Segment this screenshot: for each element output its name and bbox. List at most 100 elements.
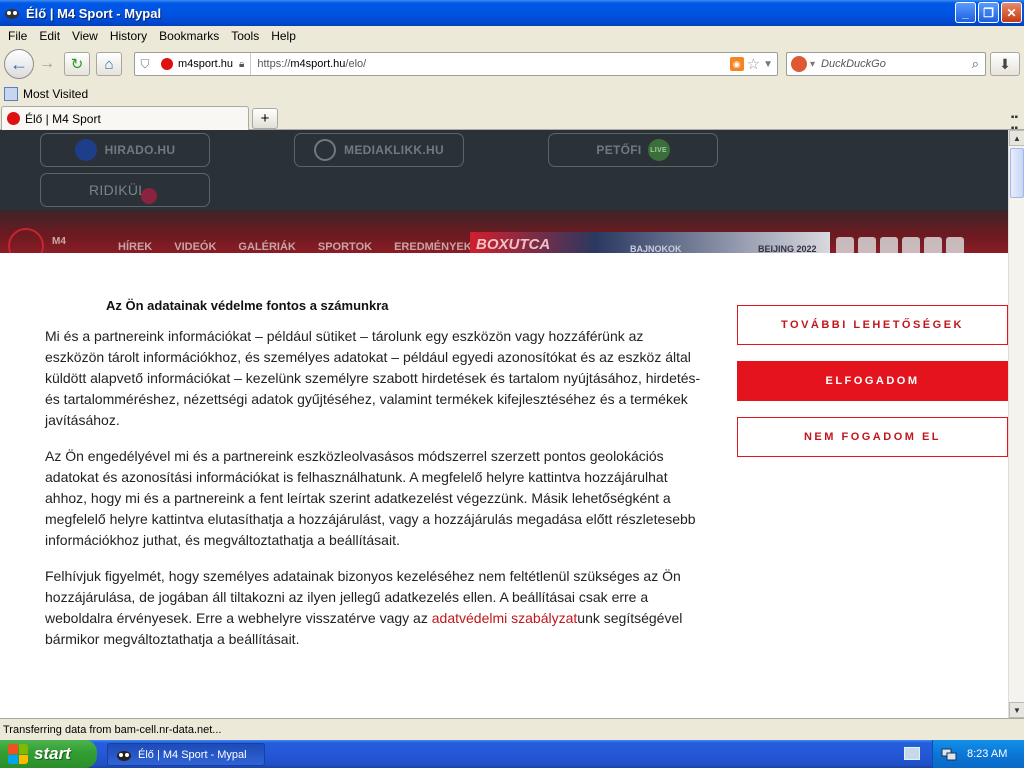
site-navigation: M4 HÍREK VIDEÓK GALÉRIÁK SPORTOK EREDMÉN… [0,210,1008,253]
downloads-button[interactable]: ⬇ [990,52,1020,76]
window-titlebar[interactable]: Élő | M4 Sport - Mypal _ ❐ ✕ [0,0,1024,26]
menu-help[interactable]: Help [265,29,302,43]
site-nav-news[interactable]: HÍREK [118,241,152,253]
site-identity-button[interactable]: m4sport.hu 🔒︎ [155,53,252,75]
minimize-button[interactable]: _ [955,2,976,23]
site-nav-results[interactable]: EREDMÉNYEK [394,241,472,253]
ridikul-logo-dot [141,188,157,204]
bookmark-most-visited[interactable]: Most Visited [23,87,88,101]
petofi-live-badge: LIVE [647,139,670,161]
url-path: /elo/ [345,58,367,70]
social-icon-1[interactable] [836,237,854,253]
promo-boxutca: BOXUTCA [476,236,551,253]
search-icon[interactable]: ⌕ [972,56,979,72]
home-icon: ⌂ [104,55,114,73]
menu-tools[interactable]: Tools [225,29,265,43]
home-button[interactable]: ⌂ [96,52,122,76]
portal-mediaklikk-label: MEDIAKLIKK.HU [344,143,444,157]
tracking-shield-icon[interactable]: ⛉ [135,57,155,72]
m4-sport-logo[interactable] [8,228,44,253]
portal-mediaklikk-link[interactable]: MEDIAKLIKK.HU [294,133,464,167]
scroll-thumb[interactable] [1010,148,1024,198]
reload-icon: ↻ [70,56,84,73]
consent-paragraph-3: Felhívjuk figyelmét, hogy személyes adat… [45,566,705,650]
start-label: start [34,744,71,763]
site-nav-sports[interactable]: SPORTOK [318,241,372,253]
rss-feed-icon[interactable]: ◉ [729,57,744,71]
new-tab-button[interactable]: + [252,108,278,129]
url-host: m4sport.hu [290,58,346,70]
hirado-logo-icon [74,139,97,161]
site-nav-videos[interactable]: VIDEÓK [174,241,216,253]
portal-ridikul-link[interactable]: RIDIKÜL [40,173,210,207]
url-input[interactable]: https://m4sport.hu/elo/ [251,58,729,70]
maximize-button[interactable]: ❐ [978,2,999,23]
plus-icon: + [260,110,270,127]
url-bar-icons: ◉ ☆ ▼ [729,55,777,73]
most-visited-icon [4,87,18,101]
start-button[interactable]: start [0,740,97,768]
search-input[interactable]: DuckDuckGo [821,58,972,70]
url-bar[interactable]: ⛉ m4sport.hu 🔒︎ https://m4sport.hu/elo/ … [134,52,778,76]
portal-hirado-label: HIRADO.HU [104,143,176,157]
privacy-policy-link[interactable]: adatvédelmi szabályzat [432,610,578,626]
forward-button[interactable]: → [36,53,58,75]
mediaklikk-logo-icon [314,139,337,161]
url-scheme: https:// [257,58,291,70]
window-controls: _ ❐ ✕ [955,2,1022,23]
cookie-consent-dialog: Az Ön adatainak védelme fontos a számunk… [0,253,1008,718]
taskbar-item-mypal[interactable]: Élő | M4 Sport - Mypal [107,743,265,766]
search-icon[interactable] [924,237,942,253]
site-favicon [161,58,173,70]
url-dropdown-icon[interactable]: ▼ [763,59,773,70]
forward-arrow-icon: → [39,55,55,72]
consent-paragraph-2: Az Ön engedélyével mi és a partnereink e… [45,448,696,548]
clock[interactable]: 8:23 AM [967,748,1007,760]
keyboard-icon[interactable] [904,747,920,760]
back-button[interactable]: ← [4,49,34,79]
portal-petofi-link[interactable]: PETŐFI LIVE [548,133,718,167]
page-scrollbar[interactable]: ▲ ▼ [1008,130,1024,718]
site-nav-galleries[interactable]: GALÉRIÁK [238,241,295,253]
facebook-icon[interactable] [858,237,876,253]
close-button[interactable]: ✕ [1001,2,1022,23]
duckduckgo-icon[interactable] [791,56,807,72]
promo-beijing: BEIJING 2022 [758,244,817,253]
portal-ridikul-label: RIDIKÜL [89,182,147,198]
back-arrow-icon: ← [10,53,28,74]
menu-file[interactable]: File [2,29,33,43]
search-engine-dropdown-icon[interactable]: ▾ [810,59,815,70]
promo-banner[interactable]: BOXUTCA BAJNOKOK BEIJING 2022 [470,232,830,253]
windows-taskbar: start Élő | M4 Sport - Mypal 8:23 AM [0,740,1024,768]
network-tray-icon[interactable] [941,746,957,762]
instagram-icon[interactable] [902,237,920,253]
consent-paragraph-1: Mi és a partnereink információkat – péld… [45,328,701,428]
system-tray: 8:23 AM [932,740,1024,768]
menu-view[interactable]: View [66,29,104,43]
reload-button[interactable]: ↻ [64,52,90,76]
promo-bajnokok: BAJNOKOK [630,244,682,253]
youtube-icon[interactable] [880,237,898,253]
football-icon[interactable] [946,237,964,253]
reject-button[interactable]: NEM FOGADOM EL [737,417,1008,457]
status-bar: Transferring data from bam-cell.nr-data.… [0,718,1024,740]
scroll-down-arrow-icon[interactable]: ▼ [1009,702,1024,718]
menu-edit[interactable]: Edit [33,29,66,43]
menu-history[interactable]: History [104,29,153,43]
windows-flag-icon [8,744,28,764]
tab-label: Élő | M4 Sport [25,111,101,126]
search-bar[interactable]: ▾ DuckDuckGo ⌕ [786,52,986,76]
bookmark-star-icon[interactable]: ☆ [747,55,760,73]
bookmarks-toolbar: Most Visited [0,84,1024,104]
portal-hirado-link[interactable]: HIRADO.HU [40,133,210,167]
consent-title: Az Ön adatainak védelme fontos a számunk… [106,298,389,313]
menu-bookmarks[interactable]: Bookmarks [153,29,225,43]
download-arrow-icon: ⬇ [999,55,1011,72]
scroll-up-arrow-icon[interactable]: ▲ [1009,130,1024,146]
menu-bar: File Edit View History Bookmarks Tools H… [0,26,1024,46]
more-options-button[interactable]: TOVÁBBI LEHETŐSÉGEK [737,305,1008,345]
tab-m4-sport[interactable]: Élő | M4 Sport [1,106,249,130]
mypal-app-icon [5,9,19,19]
accept-button[interactable]: ELFOGADOM [737,361,1008,401]
window-title: Élő | M4 Sport - Mypal [26,5,162,21]
